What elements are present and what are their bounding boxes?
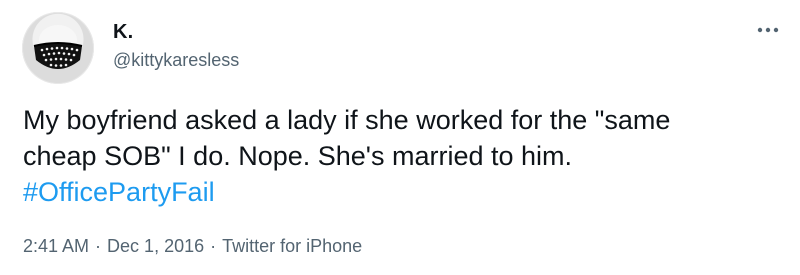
tweet-card: K. @kittykaresless My boyfriend asked a …: [0, 0, 800, 275]
tweet-text: My boyfriend asked a lady if she worked …: [23, 102, 783, 210]
more-options-button[interactable]: [752, 18, 784, 42]
separator-dot: ·: [95, 236, 102, 256]
hashtag-link[interactable]: #OfficePartyFail: [23, 177, 215, 207]
user-handle[interactable]: @kittykaresless: [113, 50, 239, 71]
display-name[interactable]: K.: [113, 21, 133, 44]
avatar[interactable]: [22, 12, 94, 84]
tweet-source[interactable]: Twitter for iPhone: [222, 236, 362, 256]
separator-dot: ·: [210, 236, 217, 256]
tweet-metadata: 2:41 AM · Dec 1, 2016 · Twitter for iPhone: [23, 236, 362, 257]
tweet-time[interactable]: 2:41 AM: [23, 236, 89, 256]
tweet-text-line: cheap SOB" I do. Nope. She's married to …: [23, 141, 573, 171]
avatar-image: [33, 25, 83, 69]
tweet-date[interactable]: Dec 1, 2016: [107, 236, 204, 256]
tweet-text-line: My boyfriend asked a lady if she worked …: [23, 105, 671, 135]
more-options-icon: [757, 27, 779, 33]
